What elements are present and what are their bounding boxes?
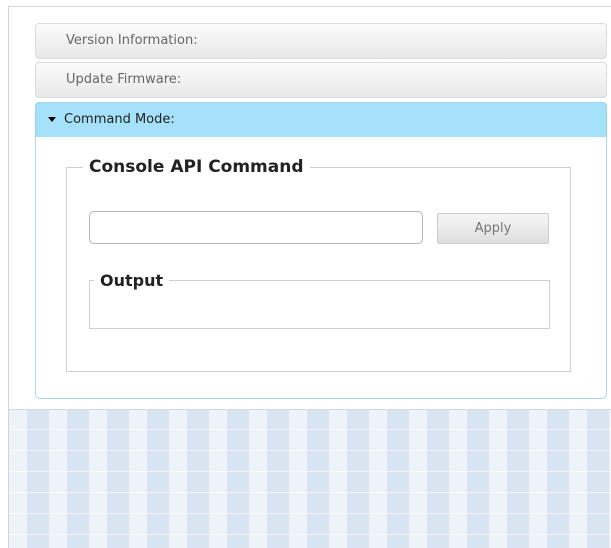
output-group: Output [89,271,550,329]
caret-down-icon [48,117,56,122]
command-input[interactable] [89,211,423,244]
accordion-header-command-mode[interactable]: Command Mode: [35,102,607,138]
accordion-header-label: Command Mode: [64,112,175,127]
console-api-command-group: Console API Command Apply Output [66,157,571,372]
accordion-header-label: Version Information: [66,33,198,48]
command-mode-panel: Console API Command Apply Output [35,137,607,399]
accordion-header-label: Update Firmware: [66,72,182,87]
background-grid-lines [9,409,611,548]
accordion-header-version-information[interactable]: Version Information: [35,23,607,59]
output-legend: Output [100,271,164,290]
console-api-command-legend: Console API Command [89,157,304,177]
apply-button[interactable]: Apply [437,213,549,244]
accordion-header-update-firmware[interactable]: Update Firmware: [35,62,607,98]
page-frame: Version Information: Update Firmware: Co… [8,6,611,548]
settings-accordion: Version Information: Update Firmware: Co… [35,15,607,399]
